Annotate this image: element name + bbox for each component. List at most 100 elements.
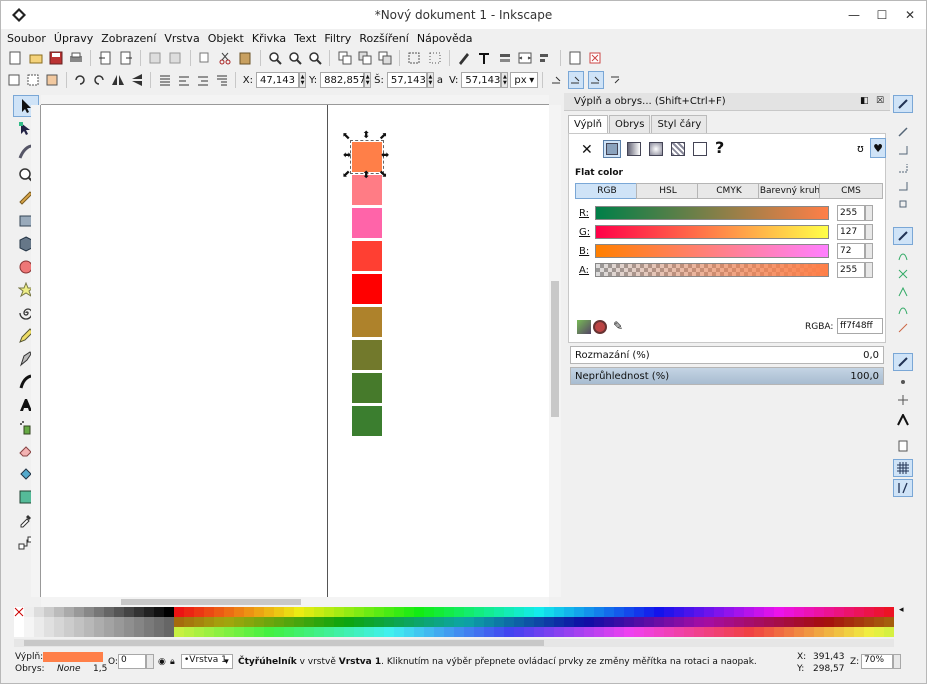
palette-swatch[interactable] xyxy=(184,627,194,637)
opacity-o-field[interactable]: 0 xyxy=(118,654,146,669)
palette-swatch[interactable] xyxy=(454,627,464,637)
palette-swatch[interactable] xyxy=(734,617,744,627)
transform-patterns-icon[interactable] xyxy=(608,71,623,89)
palette-swatch[interactable] xyxy=(394,617,404,627)
palette-swatch[interactable] xyxy=(264,607,274,617)
palette-swatch[interactable] xyxy=(734,627,744,637)
palette-swatch[interactable] xyxy=(644,627,654,637)
export-icon[interactable] xyxy=(118,49,134,67)
menu-upravy[interactable]: Úpravy xyxy=(54,32,93,45)
palette-swatch[interactable] xyxy=(444,617,454,627)
palette-swatch[interactable] xyxy=(614,627,624,637)
palette-swatch[interactable] xyxy=(354,607,364,617)
menu-zobrazeni[interactable]: Zobrazení xyxy=(101,32,156,45)
palette-swatch[interactable] xyxy=(614,617,624,627)
palette-swatch[interactable] xyxy=(234,627,244,637)
palette-swatch[interactable] xyxy=(354,617,364,627)
palette-swatch[interactable] xyxy=(604,617,614,627)
palette-swatch[interactable] xyxy=(654,627,664,637)
palette-swatch[interactable] xyxy=(234,607,244,617)
align-distribute-icon[interactable] xyxy=(537,49,553,67)
palette-swatch[interactable] xyxy=(234,617,244,627)
palette-swatch[interactable] xyxy=(244,607,254,617)
palette-swatch[interactable] xyxy=(214,627,224,637)
palette-swatch[interactable] xyxy=(474,617,484,627)
snap-rotation-center-icon[interactable] xyxy=(893,391,913,409)
palette-swatch[interactable] xyxy=(314,617,324,627)
palette-menu-icon[interactable]: ◂ xyxy=(899,605,904,615)
palette-swatch[interactable] xyxy=(134,627,144,637)
palette-swatch[interactable] xyxy=(434,607,444,617)
palette-swatch[interactable] xyxy=(54,627,64,637)
palette-swatch[interactable] xyxy=(804,607,814,617)
palette-swatch[interactable] xyxy=(624,627,634,637)
raise-icon[interactable] xyxy=(176,71,191,89)
menu-text[interactable]: Text xyxy=(294,32,316,45)
unlink-clone-icon[interactable] xyxy=(377,49,393,67)
palette-swatch[interactable] xyxy=(334,607,344,617)
color-swatch-rect[interactable] xyxy=(352,307,382,337)
snap-nodes-icon[interactable] xyxy=(893,227,913,245)
palette-swatch[interactable] xyxy=(124,617,134,627)
y-field[interactable]: 882,857 xyxy=(320,72,366,88)
palette-swatch[interactable] xyxy=(454,607,464,617)
rotate-cw-icon[interactable] xyxy=(92,71,107,89)
palette-swatch[interactable] xyxy=(284,607,294,617)
palette-swatch[interactable] xyxy=(404,627,414,637)
fill-rule-nonzero-icon[interactable]: ♥ xyxy=(870,138,886,158)
palette-swatch[interactable] xyxy=(254,607,264,617)
palette-swatch[interactable] xyxy=(684,617,694,627)
menu-filtry[interactable]: Filtry xyxy=(324,32,351,45)
a-slider[interactable] xyxy=(595,263,829,277)
pattern-icon[interactable] xyxy=(671,142,685,156)
g-value[interactable]: 127 xyxy=(837,224,865,240)
snap-bbox-corner-icon[interactable] xyxy=(893,159,913,177)
palette-swatch[interactable] xyxy=(154,617,164,627)
palette-swatch[interactable] xyxy=(44,627,54,637)
transform-gradients-icon[interactable] xyxy=(588,71,605,89)
unset-paint-icon[interactable]: ? xyxy=(715,138,724,157)
palette-swatch[interactable] xyxy=(474,607,484,617)
flip-vertical-icon[interactable] xyxy=(129,71,144,89)
mode-hsl-button[interactable]: HSL xyxy=(636,183,700,199)
palette-swatch[interactable] xyxy=(374,607,384,617)
palette-swatch[interactable] xyxy=(774,607,784,617)
palette-swatch[interactable] xyxy=(274,607,284,617)
resize-handle-n-icon[interactable]: ⬍ xyxy=(362,130,370,141)
palette-swatch[interactable] xyxy=(654,617,664,627)
unit-select[interactable]: px ▾ xyxy=(510,72,539,88)
palette-swatch[interactable] xyxy=(654,607,664,617)
palette-swatch[interactable] xyxy=(134,617,144,627)
palette-swatch[interactable] xyxy=(34,607,44,617)
panel-iconify-icon[interactable]: ◧ xyxy=(860,96,869,106)
tab-stroke-style[interactable]: Styl čáry xyxy=(651,115,708,133)
text-font-icon[interactable] xyxy=(476,49,492,67)
palette-swatch[interactable] xyxy=(374,627,384,637)
palette-swatch[interactable] xyxy=(764,627,774,637)
palette-swatch[interactable] xyxy=(244,617,254,627)
paste-icon[interactable] xyxy=(237,49,253,67)
palette-swatch[interactable] xyxy=(114,607,124,617)
menu-vrstva[interactable]: Vrstva xyxy=(164,32,199,45)
blur-control[interactable]: Rozmazání (%) 0,0 xyxy=(570,346,884,364)
duplicate-icon[interactable] xyxy=(336,49,352,67)
palette-swatch[interactable] xyxy=(564,607,574,617)
palette-swatch[interactable] xyxy=(164,617,174,627)
palette-swatch[interactable] xyxy=(74,627,84,637)
palette-swatch[interactable] xyxy=(514,627,524,637)
palette-swatch[interactable] xyxy=(24,627,34,637)
palette-swatch[interactable] xyxy=(44,617,54,627)
palette-swatch[interactable] xyxy=(844,617,854,627)
palette-swatch[interactable] xyxy=(254,627,264,637)
palette-swatch[interactable] xyxy=(744,617,754,627)
rgba-field[interactable]: ff7f48ff xyxy=(837,318,883,334)
open-icon[interactable] xyxy=(27,49,43,67)
snap-center-icon[interactable] xyxy=(893,373,913,391)
palette-swatch[interactable] xyxy=(214,607,224,617)
g-spinner[interactable] xyxy=(865,224,873,240)
redo-icon[interactable] xyxy=(167,49,183,67)
palette-swatch[interactable] xyxy=(684,627,694,637)
new-document-icon[interactable] xyxy=(7,49,23,67)
x-field[interactable]: 47,143 xyxy=(256,72,300,88)
palette-swatch[interactable] xyxy=(474,627,484,637)
